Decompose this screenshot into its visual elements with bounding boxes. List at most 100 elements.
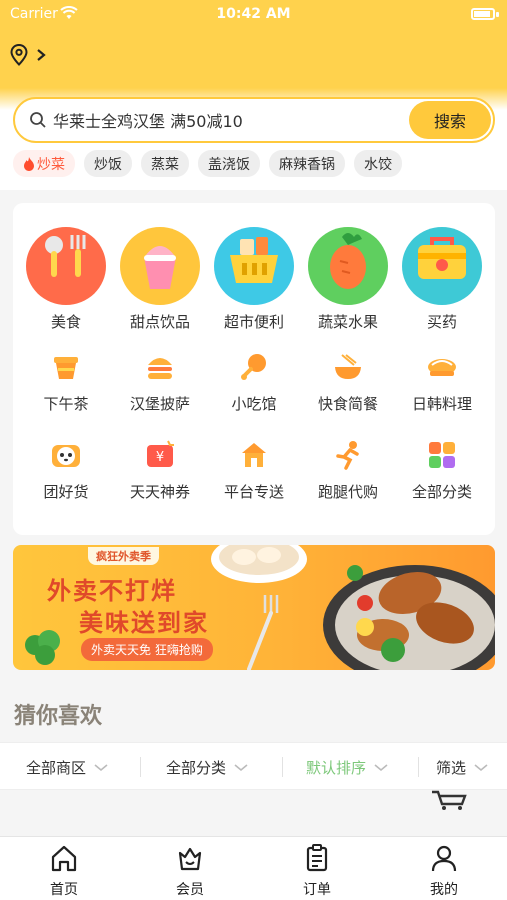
filter-area[interactable]: 全部商区 (26, 757, 108, 778)
category-label: 超市便利 (223, 313, 284, 331)
grid-icon (426, 439, 458, 471)
category-label: 天天神券 (129, 483, 190, 501)
section-title-recommend: 猜你喜欢 (14, 704, 103, 729)
tab-home[interactable]: 首页 (24, 843, 104, 899)
clipboard-icon (306, 844, 328, 872)
category-label: 全部分类 (411, 483, 472, 501)
tab-label: 首页 (50, 882, 78, 898)
panda-icon (50, 439, 82, 471)
search-icon (30, 112, 46, 128)
hot-tag-label: 炒菜 (37, 156, 65, 173)
filter-sort[interactable]: 默认排序 (306, 757, 388, 778)
divider (282, 757, 283, 777)
category-label: 快食简餐 (317, 395, 378, 413)
battery-icon (471, 8, 495, 20)
category-snacks[interactable]: 小吃馆 (206, 351, 302, 414)
divider (418, 757, 419, 777)
user-icon (431, 845, 457, 872)
tag-item[interactable]: 蒸菜 (141, 150, 189, 177)
svg-text:¥: ¥ (156, 450, 164, 465)
home-icon (51, 845, 77, 872)
hot-tag[interactable]: 炒菜 (13, 150, 75, 177)
tab-member[interactable]: 会员 (150, 843, 230, 899)
category-label: 小吃馆 (231, 395, 277, 413)
coupon-icon: ¥ (144, 439, 176, 471)
shop-icon (238, 439, 270, 471)
banner-headline-2: 美味送到家 (79, 609, 209, 637)
carrot-icon (308, 227, 388, 305)
category-platform-delivery[interactable]: 平台专送 (206, 439, 302, 502)
category-afternoon-tea[interactable]: 下午茶 (18, 351, 114, 414)
chicken-plate-image (323, 565, 495, 670)
category-label: 跑腿代购 (317, 483, 378, 501)
tableware-icon (26, 227, 106, 305)
chevron-down-icon (234, 763, 248, 771)
category-japanese-korean[interactable]: 日韩料理 (394, 351, 490, 414)
search-bar: 搜索 (13, 97, 495, 143)
search-input[interactable] (53, 107, 393, 133)
filter-category[interactable]: 全部分类 (166, 757, 248, 778)
category-burger-pizza[interactable]: 汉堡披萨 (112, 351, 208, 414)
banner-tagline: 外卖天天免 狂嗨抢购 (81, 638, 213, 661)
filter-label: 全部商区 (26, 759, 87, 777)
tag-item[interactable]: 炒饭 (84, 150, 132, 177)
category-errand[interactable]: 跑腿代购 (300, 439, 396, 502)
crown-basket-icon (178, 847, 202, 871)
category-label: 汉堡披萨 (129, 395, 190, 413)
sushi-icon (426, 351, 458, 383)
category-card: 美食 甜点饮品 超市便利 蔬菜水果 买药 下午茶 汉堡披萨 小吃馆 快食简餐 日… (13, 203, 495, 535)
battery-tip (496, 12, 499, 17)
location-pin-icon (10, 44, 28, 66)
fork-icon (247, 595, 279, 670)
category-medicine[interactable]: 买药 (394, 227, 490, 332)
category-label: 日韩料理 (411, 395, 472, 413)
chevron-down-icon (94, 763, 108, 771)
category-fast-food[interactable]: 快食简餐 (300, 351, 396, 414)
burger-icon (144, 351, 176, 383)
status-bar: Carrier 10:42 AM (0, 0, 507, 30)
promo-banner[interactable]: 疯狂外卖季 外卖不打烊 美味送到家 外卖天天免 狂嗨抢购 (13, 545, 495, 670)
category-dessert[interactable]: 甜点饮品 (112, 227, 208, 332)
category-all[interactable]: 全部分类 (394, 439, 490, 502)
category-label: 甜点饮品 (129, 313, 190, 331)
category-label: 团好货 (43, 483, 89, 501)
tab-label: 会员 (176, 882, 204, 898)
tag-item[interactable]: 水饺 (354, 150, 402, 177)
chevron-right-icon (37, 49, 46, 61)
filter-bar: 全部商区 全部分类 默认排序 筛选 (0, 742, 507, 790)
category-label: 蔬菜水果 (317, 313, 378, 331)
location-selector[interactable] (10, 44, 48, 66)
filter-screen[interactable]: 筛选 (436, 757, 488, 778)
ice-cream-icon (120, 227, 200, 305)
category-group-goods[interactable]: 团好货 (18, 439, 114, 502)
tab-bar: 首页 会员 订单 我的 (0, 836, 507, 900)
shopping-basket-icon (214, 227, 294, 305)
banner-badge: 疯狂外卖季 (88, 547, 159, 565)
runner-icon (332, 439, 364, 471)
chevron-down-icon (374, 763, 388, 771)
dumpling-plate-image (211, 545, 307, 583)
category-food[interactable]: 美食 (18, 227, 114, 332)
tab-label: 我的 (430, 882, 458, 898)
category-vegetables[interactable]: 蔬菜水果 (300, 227, 396, 332)
header: Carrier 10:42 AM 搜索 炒菜 (0, 0, 507, 190)
medicine-kit-icon (402, 227, 482, 305)
category-daily-coupon[interactable]: ¥ 天天神券 (112, 439, 208, 502)
broccoli-image (25, 630, 60, 665)
status-time: 10:42 AM (216, 6, 291, 22)
filter-label: 默认排序 (306, 759, 367, 777)
category-label: 美食 (50, 313, 81, 331)
fire-icon (24, 156, 34, 171)
tag-item[interactable]: 麻辣香锅 (269, 150, 345, 177)
tab-label: 订单 (303, 882, 331, 898)
drumstick-icon (238, 351, 270, 383)
category-label: 下午茶 (43, 395, 89, 413)
chevron-down-icon (474, 763, 488, 771)
cart-icon[interactable] (430, 790, 468, 810)
search-button[interactable]: 搜索 (409, 101, 491, 139)
tab-profile[interactable]: 我的 (404, 843, 484, 899)
tab-orders[interactable]: 订单 (277, 843, 357, 899)
category-supermarket[interactable]: 超市便利 (206, 227, 302, 332)
category-label: 平台专送 (223, 483, 284, 501)
tag-item[interactable]: 盖浇饭 (198, 150, 260, 177)
